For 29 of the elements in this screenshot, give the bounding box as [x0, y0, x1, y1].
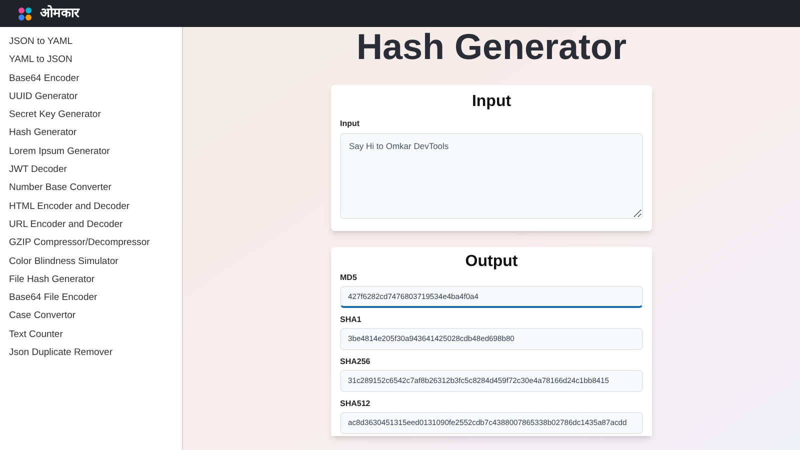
sidebar-link[interactable]: Text Counter [0, 326, 182, 344]
field-label: SHA1 [340, 314, 362, 326]
sidebar-link[interactable]: File Hash Generator [0, 270, 182, 290]
sidebar-link[interactable]: UUID Generator [0, 88, 182, 106]
sidebar-link[interactable]: Hash Generator [0, 124, 182, 143]
field-label: SHA256 [340, 356, 372, 368]
sidebar-link[interactable]: JSON to YAML [0, 33, 182, 52]
card-title: Input [470, 92, 512, 112]
page-title: Hash Generator [356, 29, 627, 65]
sidebar-link[interactable]: YAML to JSON [0, 51, 182, 70]
brand-name[interactable]: ओमकार [40, 4, 79, 24]
sidebar-link[interactable]: Json Duplicate Remover [0, 344, 182, 362]
logo-icon [18, 6, 32, 20]
sidebar-link[interactable]: Secret Key Generator [0, 106, 182, 124]
sidebar-link[interactable]: Case Convertor [0, 307, 182, 326]
sidebar-link[interactable]: Number Base Converter [0, 179, 182, 198]
sidebar-link[interactable]: Lorem Ipsum Generator [0, 142, 182, 162]
field-label: MD5 [340, 272, 358, 284]
input-textarea[interactable]: Say Hi to Omkar DevTools [340, 133, 643, 219]
card-title: Output [464, 252, 519, 272]
field-label: Input [340, 118, 361, 130]
sidebar-link[interactable]: JWT Decoder [0, 161, 182, 180]
field-label: SHA512 [340, 398, 372, 410]
sidebar-link[interactable]: GZIP Compressor/Decompressor [0, 234, 182, 253]
sidebar-link[interactable]: HTML Encoder and Decoder [0, 198, 182, 216]
sidebar-link[interactable]: Base64 File Encoder [0, 289, 182, 308]
sidebar-link[interactable]: URL Encoder and Decoder [0, 216, 182, 234]
sidebar-link[interactable]: Color Blindness Simulator [0, 252, 182, 271]
sidebar-link[interactable]: Base64 Encoder [0, 70, 182, 88]
